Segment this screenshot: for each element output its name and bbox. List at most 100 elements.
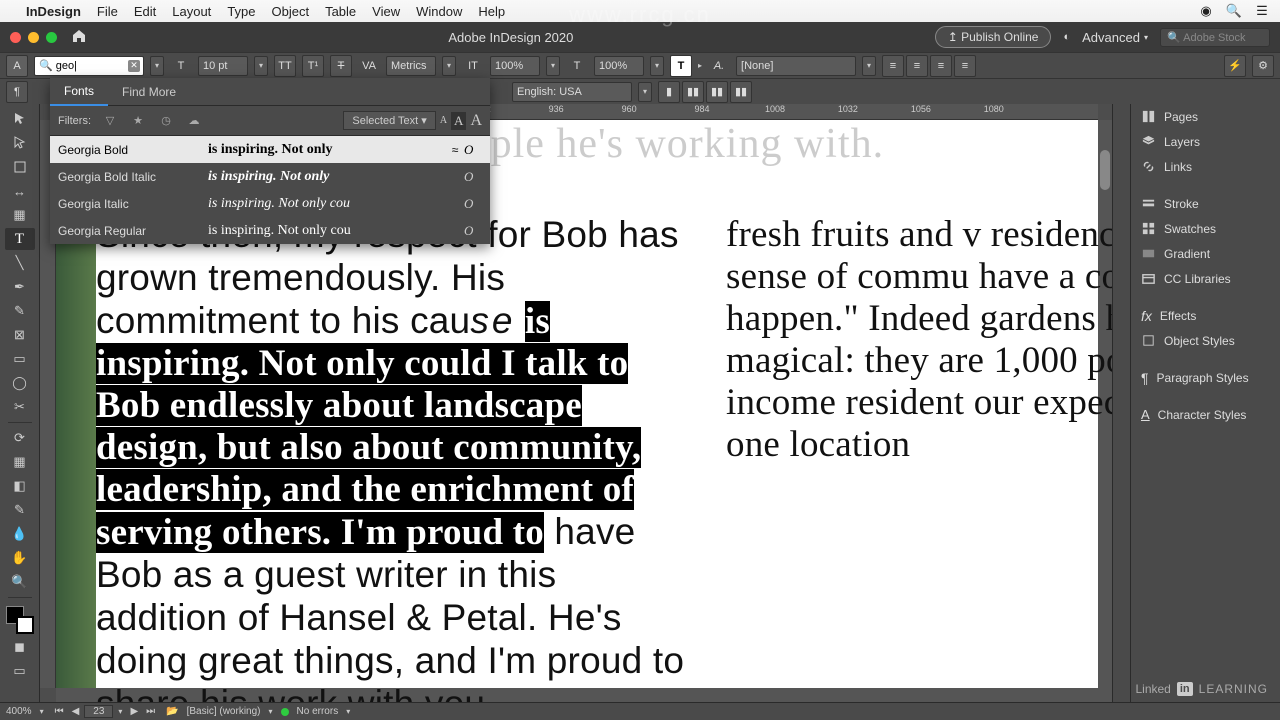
- vscale-field[interactable]: 100%: [490, 56, 540, 76]
- arrow-icon[interactable]: ▸: [698, 61, 702, 70]
- char-style-field[interactable]: [None]: [736, 56, 856, 76]
- menu-view[interactable]: View: [372, 4, 400, 19]
- font-row-georgia-italic[interactable]: Georgia Italic is inspiring. Not only co…: [50, 190, 490, 217]
- panel-character-styles[interactable]: ACharacter Styles: [1131, 402, 1280, 427]
- prev-page-icon[interactable]: ◀: [69, 706, 83, 717]
- kerning-field[interactable]: Metrics: [386, 56, 436, 76]
- superscript-icon[interactable]: T¹: [302, 55, 324, 77]
- font-size-dd[interactable]: ▾: [254, 56, 268, 76]
- menu-help[interactable]: Help: [478, 4, 505, 19]
- bridge-icon[interactable]: ⚡: [1224, 55, 1246, 77]
- preview-size-small-icon[interactable]: A: [440, 115, 447, 126]
- panel-object-styles[interactable]: Object Styles: [1131, 328, 1280, 353]
- workspace-switcher[interactable]: Advanced ▾: [1082, 30, 1148, 45]
- filter-funnel-icon[interactable]: ▽: [101, 112, 119, 130]
- panel-links[interactable]: Links: [1131, 154, 1280, 179]
- app-name[interactable]: InDesign: [26, 4, 81, 19]
- similar-icon[interactable]: ≈: [446, 143, 464, 157]
- page-number-field[interactable]: 23: [84, 705, 113, 718]
- preview-size-medium-icon[interactable]: A: [451, 112, 466, 130]
- zoom-field[interactable]: 400%: [6, 706, 32, 717]
- strikethrough-icon[interactable]: T: [330, 55, 352, 77]
- type-tool-icon[interactable]: T: [5, 228, 35, 250]
- columns-3-icon[interactable]: ▮▮: [706, 81, 728, 103]
- language-field[interactable]: English: USA: [512, 82, 632, 102]
- align-center-icon[interactable]: ≡: [906, 55, 928, 77]
- fill-text-icon[interactable]: T: [670, 55, 692, 77]
- align-top-icon[interactable]: ≡: [882, 55, 904, 77]
- panel-layers[interactable]: Layers: [1131, 129, 1280, 154]
- hscale-dd[interactable]: ▾: [650, 56, 664, 76]
- panel-paragraph-styles[interactable]: ¶Paragraph Styles: [1131, 365, 1280, 390]
- page-navigator[interactable]: ⏮ ◀ 23 ▾ ▶ ⏭: [52, 705, 159, 718]
- allcaps-icon[interactable]: TT: [274, 55, 296, 77]
- hscale-field[interactable]: 100%: [594, 56, 644, 76]
- list-icon[interactable]: ☰: [1254, 3, 1270, 19]
- note-tool-icon[interactable]: ✎: [5, 499, 35, 521]
- direct-selection-tool-icon[interactable]: [5, 132, 35, 154]
- view-mode-icon[interactable]: ▭: [5, 660, 35, 682]
- language-dd[interactable]: ▾: [638, 82, 652, 102]
- vscale-dd[interactable]: ▾: [546, 56, 560, 76]
- menu-file[interactable]: File: [97, 4, 118, 19]
- eyedropper-icon[interactable]: 💧: [5, 523, 35, 545]
- free-transform-icon[interactable]: ⟳: [5, 427, 35, 449]
- pen-tool-icon[interactable]: ✒: [5, 276, 35, 298]
- menu-layout[interactable]: Layout: [172, 4, 211, 19]
- scissors-tool-icon[interactable]: ✂: [5, 396, 35, 418]
- align-justify-icon[interactable]: ≡: [954, 55, 976, 77]
- panel-options-icon[interactable]: ⚙: [1252, 55, 1274, 77]
- fill-stroke-icon[interactable]: [6, 606, 34, 634]
- tab-find-more[interactable]: Find More: [108, 78, 190, 106]
- content-collector-icon[interactable]: ▦: [5, 204, 35, 226]
- gradient-feather-icon[interactable]: ◧: [5, 475, 35, 497]
- menu-table[interactable]: Table: [325, 4, 356, 19]
- close-icon[interactable]: [10, 32, 21, 43]
- rectangle-tool-icon[interactable]: ▭: [5, 348, 35, 370]
- menu-window[interactable]: Window: [416, 4, 462, 19]
- tab-fonts[interactable]: Fonts: [50, 78, 108, 106]
- hand-tool-icon[interactable]: ✋: [5, 547, 35, 569]
- open-icon[interactable]: 📂: [166, 706, 178, 717]
- minimize-icon[interactable]: [28, 32, 39, 43]
- pencil-tool-icon[interactable]: ✎: [5, 300, 35, 322]
- apply-color-icon[interactable]: ◼: [5, 636, 35, 658]
- panel-swatches[interactable]: Swatches: [1131, 216, 1280, 241]
- page-tool-icon[interactable]: [5, 156, 35, 178]
- stock-search-input[interactable]: 🔍 Adobe Stock: [1160, 28, 1270, 47]
- font-dropdown-arrow[interactable]: ▾: [150, 56, 164, 76]
- preflight-profile[interactable]: [Basic] (working): [187, 706, 261, 717]
- kerning-dd[interactable]: ▾: [442, 56, 456, 76]
- favorites-star-icon[interactable]: ★: [129, 112, 147, 130]
- cc-icon[interactable]: ◉: [1198, 3, 1214, 19]
- align-bottom-icon[interactable]: ≡: [930, 55, 952, 77]
- panel-gradient[interactable]: Gradient: [1131, 241, 1280, 266]
- recent-clock-icon[interactable]: ◷: [157, 112, 175, 130]
- panel-dock-mini[interactable]: [1112, 104, 1130, 702]
- font-size-field[interactable]: 10 pt: [198, 56, 248, 76]
- columns-span-icon[interactable]: ▮▮: [730, 81, 752, 103]
- menu-object[interactable]: Object: [272, 4, 310, 19]
- char-style-dd[interactable]: ▾: [862, 56, 876, 76]
- preview-mode-dropdown[interactable]: Selected Text ▾: [343, 111, 435, 130]
- panel-effects[interactable]: fxEffects: [1131, 303, 1280, 328]
- menu-edit[interactable]: Edit: [134, 4, 156, 19]
- preview-size-large-icon[interactable]: A: [470, 112, 482, 130]
- selection-tool-icon[interactable]: [5, 108, 35, 130]
- next-page-icon[interactable]: ▶: [127, 706, 141, 717]
- line-tool-icon[interactable]: ╲: [5, 252, 35, 274]
- gradient-swatch-icon[interactable]: ▦: [5, 451, 35, 473]
- publish-online-button[interactable]: ↥ Publish Online: [935, 26, 1052, 48]
- panel-pages[interactable]: Pages: [1131, 104, 1280, 129]
- rectangle-frame-icon[interactable]: ⊠: [5, 324, 35, 346]
- clear-icon[interactable]: ✕: [128, 60, 140, 72]
- columns-1-icon[interactable]: ▮: [658, 81, 680, 103]
- panel-stroke[interactable]: Stroke: [1131, 191, 1280, 216]
- tips-icon[interactable]: ◐: [1063, 31, 1070, 43]
- first-page-icon[interactable]: ⏮: [52, 706, 67, 717]
- font-row-georgia-bold[interactable]: Georgia Bold is inspiring. Not only ≈ O: [50, 136, 490, 163]
- font-family-input[interactable]: 🔍 geo| ✕: [34, 56, 144, 76]
- columns-2-icon[interactable]: ▮▮: [682, 81, 704, 103]
- zoom-tool-icon[interactable]: 🔍: [5, 571, 35, 593]
- gap-tool-icon[interactable]: ↔: [5, 180, 35, 202]
